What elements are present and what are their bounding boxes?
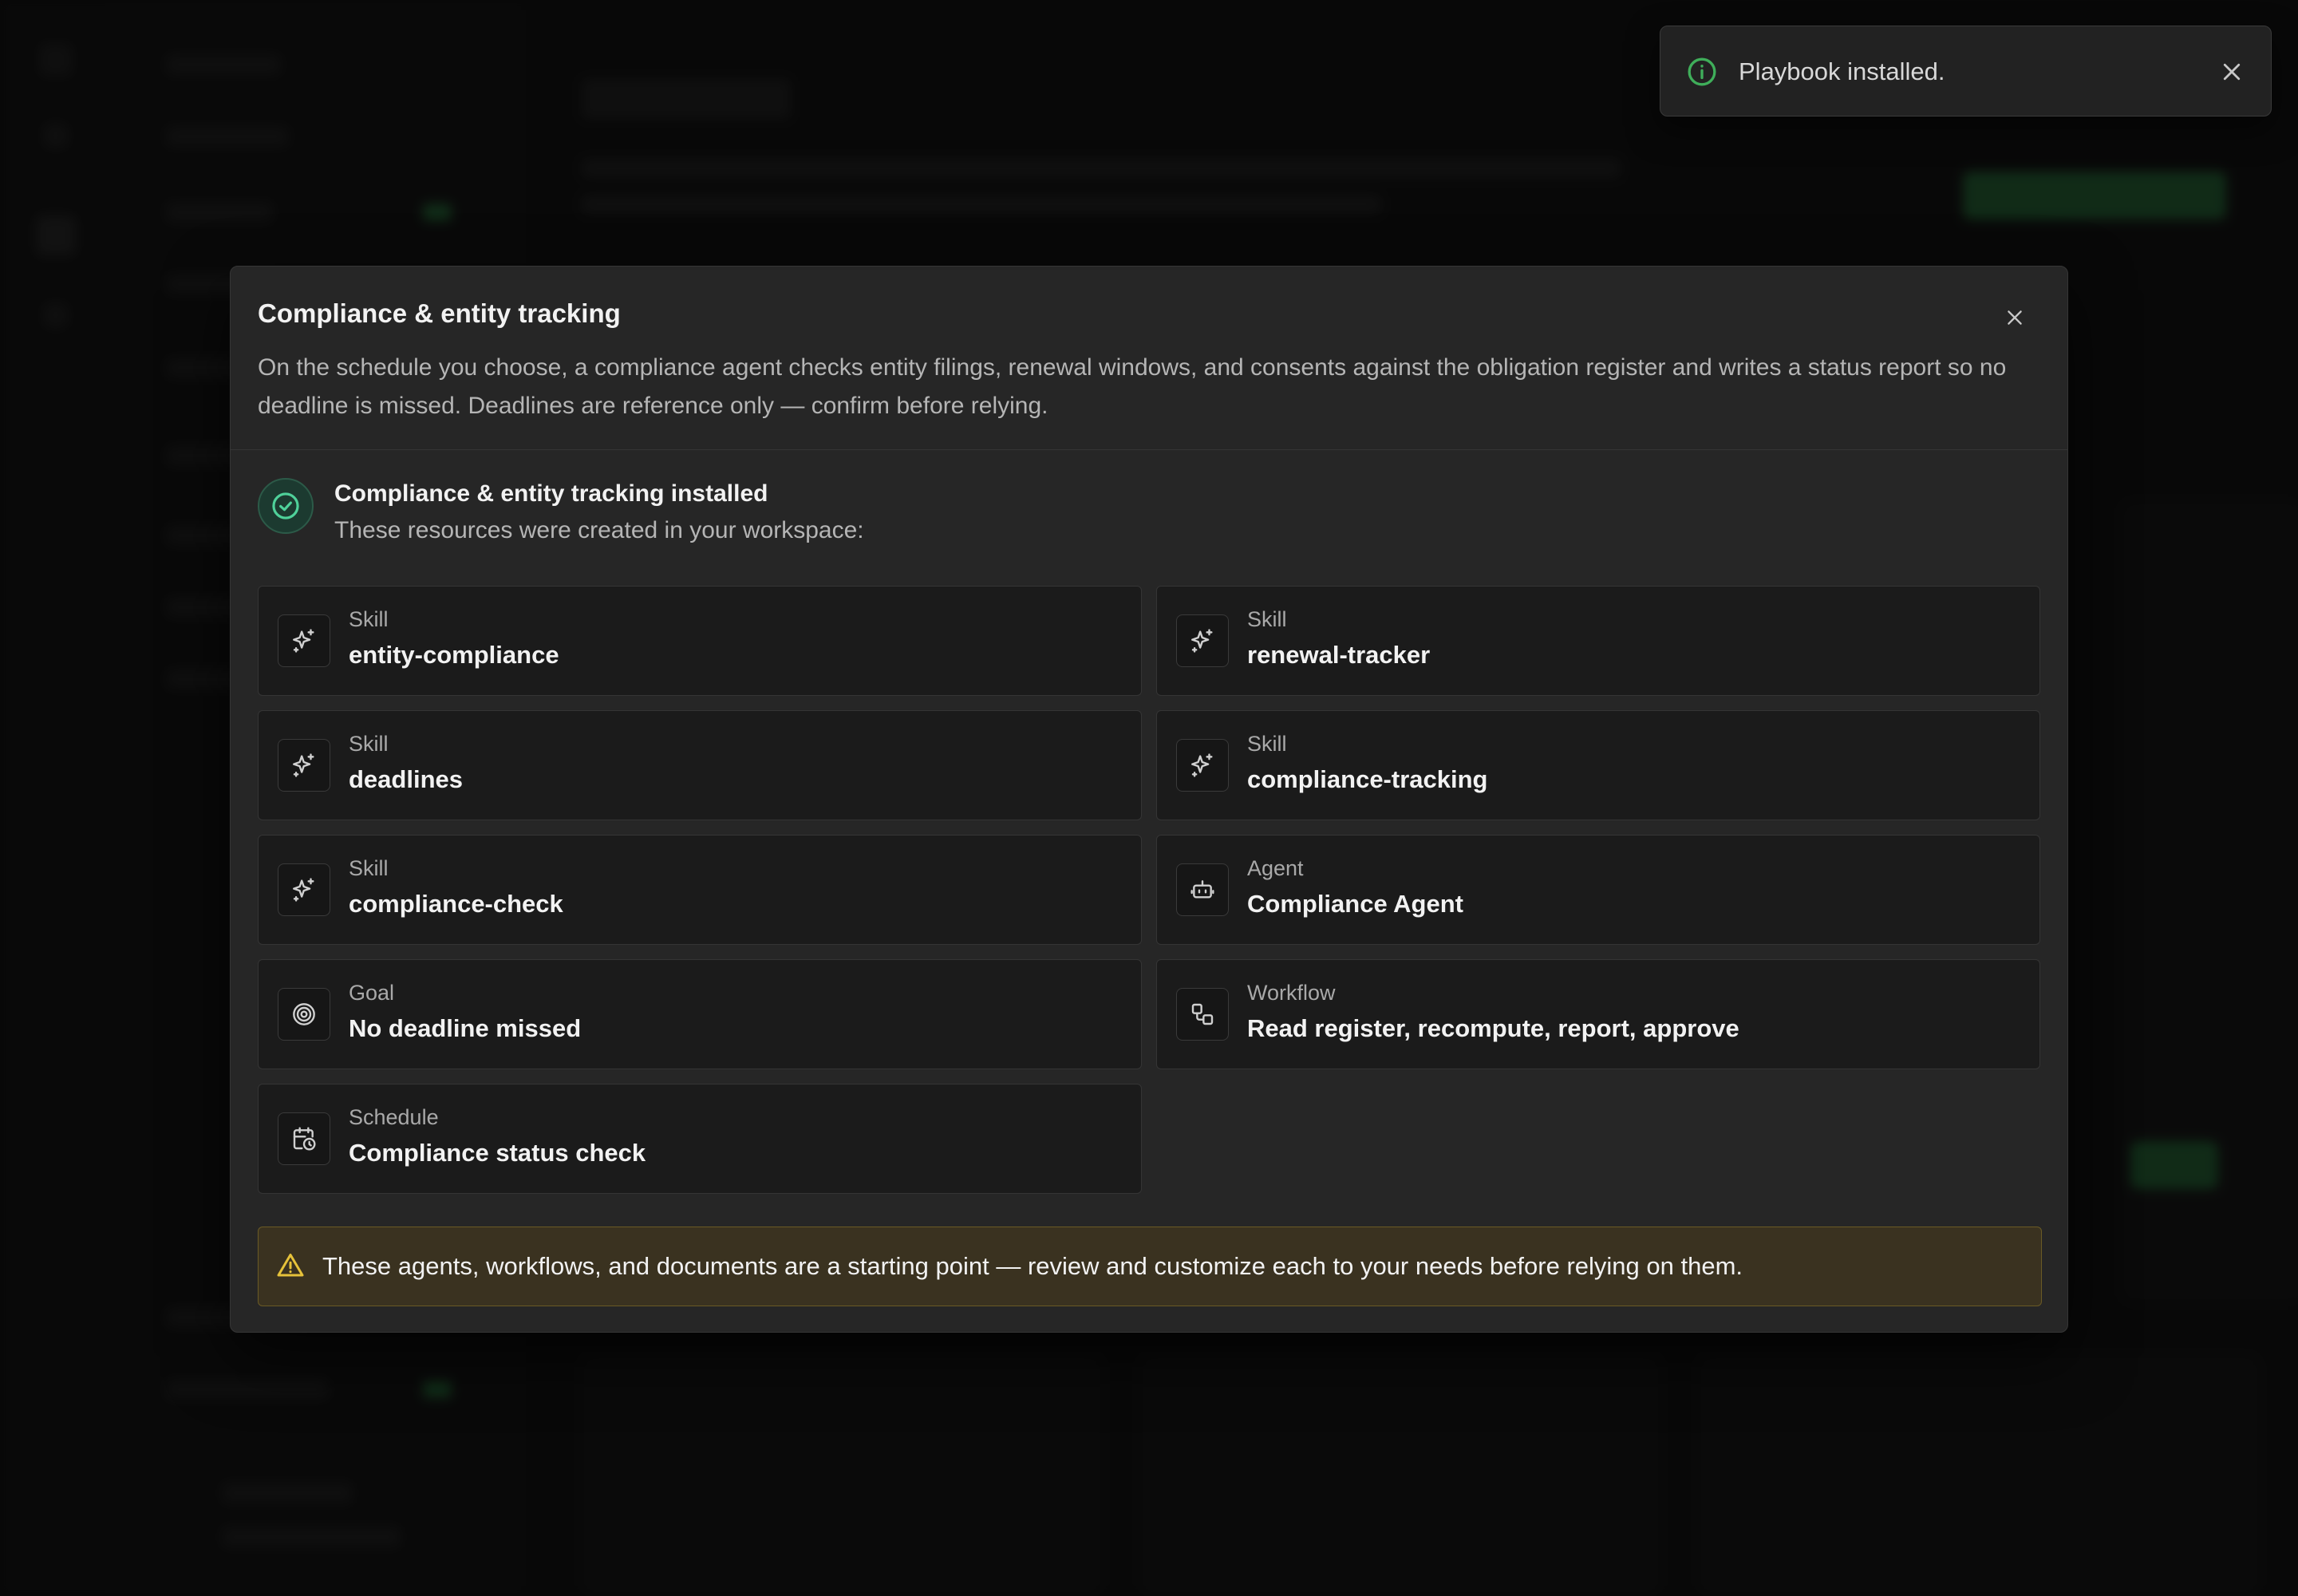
resource-type: Workflow: [1247, 981, 1336, 1005]
warning-banner: These agents, workflows, and documents a…: [258, 1227, 2042, 1306]
success-badge: [258, 478, 314, 534]
resource-type: Skill: [349, 856, 389, 880]
resource-name: compliance-check: [349, 890, 563, 918]
resource-name: No deadline missed: [349, 1014, 582, 1042]
resource-type: Goal: [349, 981, 395, 1005]
warning-triangle-icon: [277, 1254, 304, 1277]
sparkles-icon: [293, 629, 314, 653]
dialog-description: On the schedule you choose, a compliance…: [258, 354, 2007, 419]
resource-name: entity-compliance: [349, 641, 559, 669]
playbook-install-dialog: Compliance & entity tracking On the sche…: [230, 266, 2068, 1333]
resource-type: Skill: [349, 607, 389, 631]
toast-notification: Playbook installed.: [1660, 26, 2272, 117]
target-icon: [293, 1003, 315, 1025]
dialog-close-button[interactable]: [1997, 300, 2032, 335]
resource-name: Compliance status check: [349, 1139, 646, 1167]
resource-type: Skill: [1247, 732, 1287, 756]
resource-name: renewal-tracker: [1247, 641, 1431, 669]
resource-card-compliance-tracking[interactable]: Skill compliance-tracking: [1156, 710, 2040, 820]
resource-name: Read register, recompute, report, approv…: [1247, 1014, 1739, 1042]
sparkles-icon: [1191, 629, 1213, 653]
dialog-title: Compliance & entity tracking: [258, 298, 621, 328]
close-icon: [2223, 63, 2241, 81]
resource-type: Skill: [349, 732, 389, 756]
workflow-icon: [1191, 1003, 1214, 1025]
resource-name: compliance-tracking: [1247, 765, 1488, 793]
resource-type: Skill: [1247, 607, 1287, 631]
resource-card-entity-compliance[interactable]: Skill entity-compliance: [258, 586, 1142, 696]
check-circle-icon: [272, 492, 299, 519]
resource-card-deadlines[interactable]: Skill deadlines: [258, 710, 1142, 820]
bot-icon: [1190, 880, 1214, 899]
resource-type: Agent: [1247, 856, 1304, 880]
success-title: Compliance & entity tracking installed: [334, 480, 768, 507]
dialog-header: Compliance & entity tracking On the sche…: [231, 267, 2067, 450]
resource-name: deadlines: [349, 765, 463, 793]
warning-text: These agents, workflows, and documents a…: [322, 1252, 1743, 1280]
sparkles-icon: [1191, 753, 1213, 777]
sparkles-icon: [293, 753, 314, 777]
calendar-clock-icon: [293, 1127, 316, 1151]
toast-message: Playbook installed.: [1739, 57, 1945, 85]
resource-card-renewal-tracker[interactable]: Skill renewal-tracker: [1156, 586, 2040, 696]
close-icon: [2008, 310, 2022, 325]
info-icon: [1688, 57, 1716, 86]
resource-type: Schedule: [349, 1105, 439, 1129]
resource-name: Compliance Agent: [1247, 890, 1463, 918]
sparkles-icon: [293, 878, 314, 902]
toast-close-button[interactable]: [2213, 53, 2250, 90]
resource-card-workflow[interactable]: Workflow Read register, recompute, repor…: [1156, 959, 2040, 1069]
success-subtitle: These resources were created in your wor…: [334, 517, 864, 543]
resource-card-compliance-check[interactable]: Skill compliance-check: [258, 835, 1142, 945]
resource-card-compliance-agent[interactable]: Agent Compliance Agent: [1156, 835, 2040, 945]
resource-card-compliance-status-check[interactable]: Schedule Compliance status check: [258, 1084, 1142, 1194]
resource-card-no-deadline-missed[interactable]: Goal No deadline missed: [258, 959, 1142, 1069]
